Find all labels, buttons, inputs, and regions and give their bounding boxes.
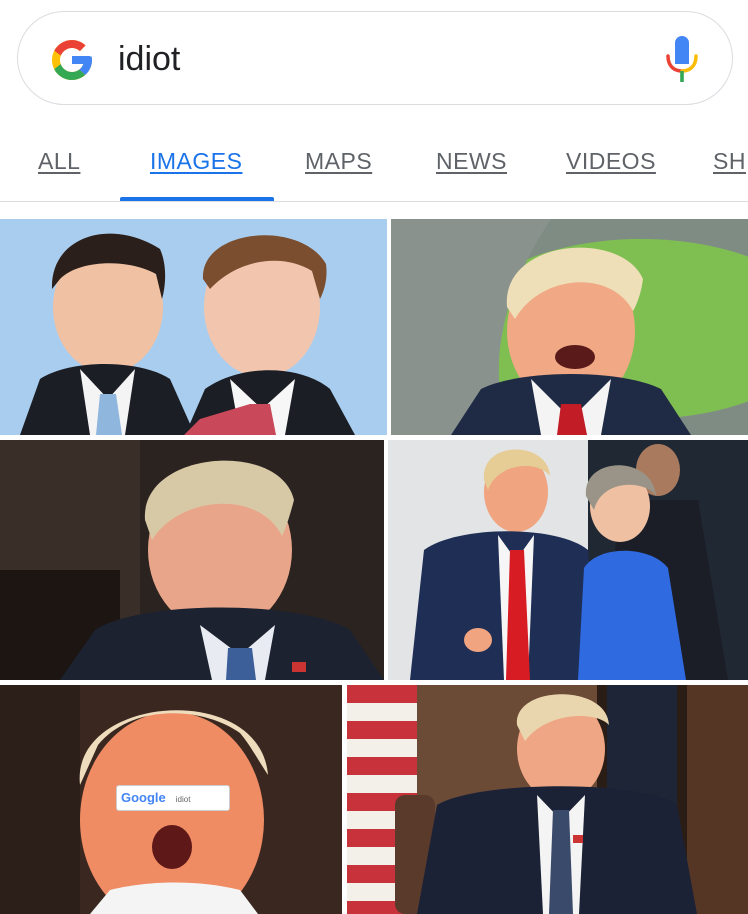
tab-images[interactable]: IMAGES xyxy=(150,148,242,175)
search-bar[interactable]: idiot xyxy=(17,11,733,105)
microphone-icon[interactable] xyxy=(664,34,700,84)
overlay-query-text: idiot xyxy=(175,795,191,804)
search-tabs: ALL IMAGES MAPS NEWS VIDEOS SH xyxy=(0,130,748,202)
image-result-5[interactable]: Google idiot xyxy=(0,685,342,914)
image-result-1[interactable] xyxy=(0,219,387,435)
image-result-3[interactable] xyxy=(0,440,384,680)
search-bar-overlay: Google idiot xyxy=(116,785,230,811)
tab-maps[interactable]: MAPS xyxy=(305,148,372,175)
tab-news[interactable]: NEWS xyxy=(436,148,507,175)
tab-videos[interactable]: VIDEOS xyxy=(566,148,656,175)
google-g-icon xyxy=(52,40,92,80)
active-tab-indicator xyxy=(120,197,274,201)
search-query-text[interactable]: idiot xyxy=(118,40,180,78)
image-result-4[interactable] xyxy=(388,440,748,680)
overlay-logo-text: Google xyxy=(121,790,166,805)
image-result-2[interactable] xyxy=(391,219,748,435)
image-result-6[interactable] xyxy=(347,685,748,914)
tab-all[interactable]: ALL xyxy=(38,148,80,175)
image-results-grid: Google idiot xyxy=(0,219,748,914)
tab-shopping[interactable]: SH xyxy=(713,148,746,175)
